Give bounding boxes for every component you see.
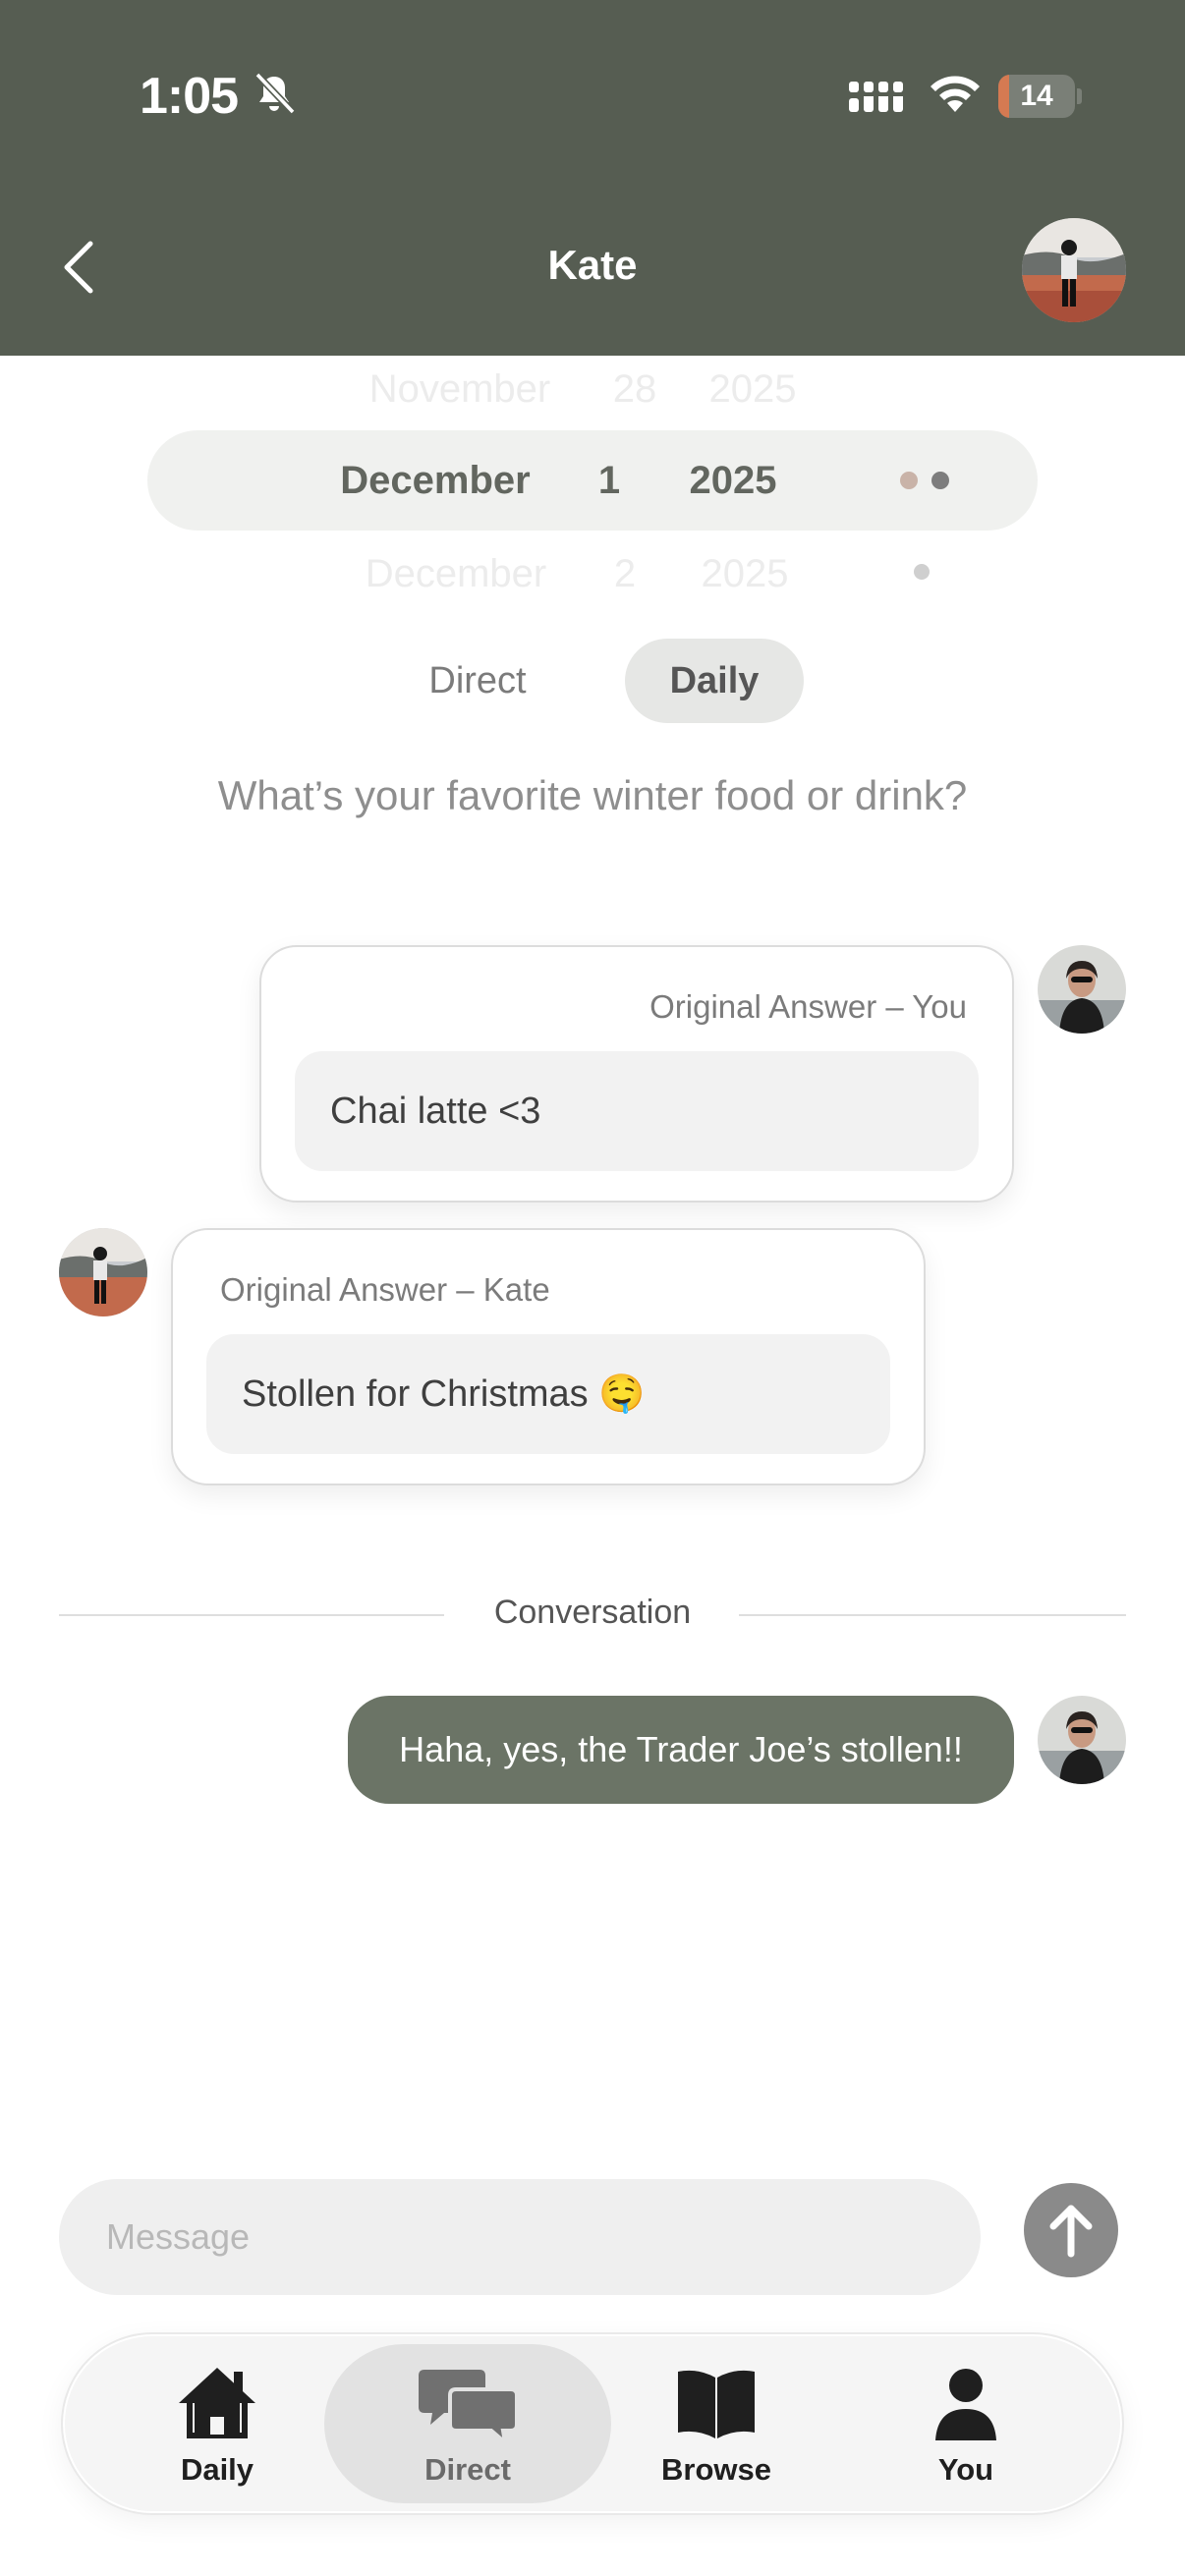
arrow-up-icon (1049, 2205, 1093, 2258)
send-button[interactable] (1024, 2183, 1118, 2277)
picker-year: 2025 (708, 367, 797, 411)
wifi-icon (931, 76, 980, 112)
answer-dot-kate (900, 472, 918, 489)
person-icon (935, 2369, 996, 2440)
message-input[interactable] (59, 2179, 981, 2295)
date-picker-row-previous[interactable]: November 28 2025 (0, 360, 1185, 419)
answer-text: Stollen for Christmas 🤤 (242, 1373, 646, 1415)
conversation-title: Kate (547, 242, 638, 288)
picker-year: 2025 (689, 459, 777, 502)
date-picker-row-selected[interactable]: December 1 2025 (0, 451, 1185, 510)
answer-body: Stollen for Christmas 🤤 (206, 1334, 890, 1454)
top-header: 1:05 14 Kate (0, 0, 1185, 356)
status-time: 1:05 (140, 68, 239, 125)
answer-card-kate: Original Answer – Kate Stollen for Chris… (171, 1228, 926, 1485)
answer-text: Chai latte <3 (330, 1091, 541, 1132)
picker-day: 28 (612, 367, 657, 411)
picker-year: 2025 (701, 552, 789, 595)
nav-label: You (937, 2452, 994, 2487)
date-picker-row-next[interactable]: December 2 2025 (0, 544, 1185, 603)
picker-day: 2 (613, 552, 637, 595)
nav-tab-daily[interactable]: Daily (124, 2344, 310, 2503)
nav-label: Direct (424, 2452, 511, 2487)
tab-direct[interactable]: Direct (403, 639, 552, 723)
daily-question: What’s your favorite winter food or drin… (217, 772, 968, 818)
cellular-signal-icon (849, 79, 908, 112)
nav-tab-direct[interactable]: Direct (324, 2344, 611, 2503)
you-avatar[interactable] (1038, 1696, 1126, 1784)
answer-dot (914, 564, 930, 580)
kate-avatar[interactable] (1022, 218, 1126, 322)
picker-month: December (340, 459, 531, 502)
divider-line-right (739, 1614, 1126, 1616)
picker-day: 1 (597, 459, 621, 502)
nav-tab-browse[interactable]: Browse (623, 2344, 810, 2503)
open-book-icon (678, 2370, 755, 2438)
answer-dot-you (931, 472, 949, 489)
picker-month: December (365, 552, 547, 595)
conversation-divider-label: Conversation (493, 1594, 692, 1631)
nav-label: Browse (661, 2452, 771, 2487)
answer-label: Original Answer – You (649, 988, 967, 1025)
nav-label: Daily (180, 2452, 254, 2487)
chat-bubbles-icon (419, 2370, 517, 2442)
you-avatar[interactable] (1038, 945, 1126, 1034)
bell-muted-icon (254, 72, 296, 115)
kate-avatar[interactable] (59, 1228, 147, 1316)
picker-month: November (368, 367, 551, 411)
message-bubble-sent[interactable]: Haha, yes, the Trader Joe’s stollen!! (348, 1696, 1014, 1804)
battery-indicator: 14 (998, 75, 1082, 118)
tab-daily[interactable]: Daily (625, 639, 804, 723)
answer-body: Chai latte <3 (295, 1051, 979, 1171)
answer-label: Original Answer – Kate (220, 1271, 550, 1308)
nav-tab-you[interactable]: You (873, 2344, 1059, 2503)
answer-card-you: Original Answer – You Chai latte <3 (259, 945, 1014, 1203)
house-icon (179, 2368, 255, 2438)
